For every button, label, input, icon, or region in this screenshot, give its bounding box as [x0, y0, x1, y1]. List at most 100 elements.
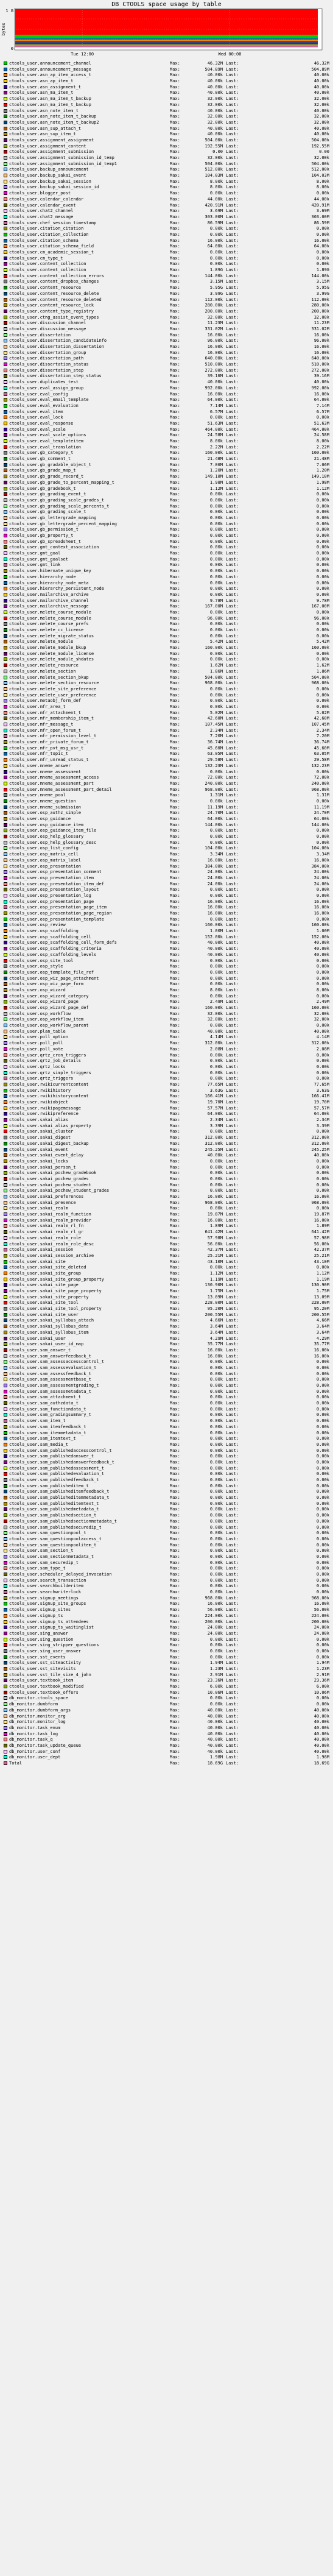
area-band-6 — [15, 44, 318, 46]
last-label: Last: — [226, 244, 239, 249]
last-value: 42.60M — [314, 716, 329, 721]
max-value: 3.34M — [209, 852, 223, 857]
last-label: Last: — [226, 710, 239, 715]
max-label: Max: — [170, 1247, 180, 1253]
legend-row: ctools_user.sst_siteactivity Max: 1.94M Las… — [4, 1660, 331, 1666]
max-label: Max: — [170, 137, 180, 143]
last-value: 3.69M — [316, 208, 329, 214]
max-label: Max: — [170, 1401, 180, 1406]
last-value: 57.57M — [314, 1105, 329, 1111]
series-name: ctools_user.sam_questionpool_t — [9, 1530, 86, 1536]
last-label: Last: — [226, 1613, 239, 1618]
last-label: Last: — [226, 1147, 239, 1152]
max-value: 0.00k — [209, 509, 223, 515]
legend-swatch — [4, 510, 7, 514]
max-value: 32.00k — [207, 1017, 223, 1022]
legend-swatch — [4, 150, 7, 154]
legend-swatch — [4, 1082, 7, 1086]
max-value: 0.00k — [209, 1507, 223, 1512]
last-value: 0.00k — [316, 261, 329, 267]
last-value: 0.00k — [316, 1524, 329, 1530]
max-value: 272.00k — [205, 367, 223, 373]
max-label: Max: — [170, 1141, 180, 1146]
legend-swatch — [4, 563, 7, 567]
legend-row: ctools_user.asn_note_item_t Max: 40.00k Las… — [4, 108, 331, 115]
last-value: 18.69G — [314, 1761, 329, 1766]
max-value: 192.55M — [205, 143, 223, 149]
last-value: 0.00k — [316, 1483, 329, 1488]
legend-row: ctools_user.osp_wizard Max: 8.00k Last: 8.00… — [4, 988, 331, 994]
last-value: 57.98M — [314, 1235, 329, 1240]
legend-swatch — [4, 451, 7, 455]
max-value: 40.00k — [207, 1749, 223, 1754]
max-value: 0.00k — [209, 958, 223, 963]
last-value: 0.00k — [316, 1696, 329, 1701]
legend-row: ctools_user.osp_workflow_item Max: 32.00k L… — [4, 1017, 331, 1023]
last-value: 0.00k — [316, 1554, 329, 1559]
legend-row: ctools_user.sam_itemmetadata_t Max: 0.00k L… — [4, 1431, 331, 1437]
legend-swatch — [4, 1554, 7, 1559]
max-label: Max: — [170, 946, 180, 952]
last-value: 245.25M — [311, 1147, 329, 1152]
max-value: 5.42M — [209, 639, 223, 645]
legend-row: ctools_user.hierarchy_persistent_node Max… — [4, 586, 331, 592]
last-value: 0.00k — [316, 1489, 329, 1495]
series-name: ctools_user.sam_type_t — [9, 1566, 66, 1571]
last-value: 95.20M — [314, 1306, 329, 1312]
last-value: 968.00k — [311, 1595, 329, 1601]
max-value: 86.59M — [207, 220, 223, 225]
legend-swatch — [4, 515, 7, 520]
last-label: Last: — [226, 586, 239, 592]
series-name: ctools_user.sakai_pochew_grades — [9, 1176, 89, 1181]
legend-row: ctools_user.eval_email_template Max: 64.00… — [4, 397, 331, 403]
series-name: ctools_user.gb_lettergrade_mapping — [9, 515, 97, 520]
last-label: Last: — [226, 1105, 239, 1111]
legend-row: ctools_user.sakai_site_group Max: 1.12M Las… — [4, 1271, 331, 1277]
area-band-0 — [15, 9, 318, 35]
legend-swatch — [4, 1714, 7, 1718]
max-value: 0.00k — [209, 250, 223, 255]
max-value: 16.00k — [207, 911, 223, 916]
legend-swatch — [4, 1236, 7, 1240]
legend-row: ctools_user.sakai_digest_backup Max: 312.0… — [4, 1141, 331, 1147]
legend-swatch — [4, 622, 7, 626]
max-label: Max: — [170, 574, 180, 579]
last-label: Last: — [226, 196, 239, 202]
last-label: Last: — [226, 1401, 239, 1406]
legend-row: ctools_user.osp_presentation_item Max: 24.… — [4, 876, 331, 882]
legend-row: ctools_user.sam_item_t Max: 0.00k Last: 0.00… — [4, 1418, 331, 1424]
max-label: Max: — [170, 119, 180, 125]
max-value: 968.00k — [205, 787, 223, 792]
legend-swatch — [4, 1389, 7, 1393]
series-name: ctools_user.gb_permission_t — [9, 527, 79, 533]
last-label: Last: — [226, 727, 239, 733]
last-value: 0.00k — [316, 1401, 329, 1406]
series-name: ctools_user.content_dropbox_changes — [9, 279, 99, 285]
max-label: Max: — [170, 61, 180, 66]
legend-row: ctools_user.osp_presentation_page Max: 16.… — [4, 899, 331, 905]
max-value: 2.22M — [209, 444, 223, 450]
series-name: db_monitor.task_log — [9, 1731, 58, 1736]
series-name: ctools_user.osp_list_config — [9, 846, 79, 851]
max-value: 0.00k — [209, 1406, 223, 1412]
max-value: 8.00k — [209, 185, 223, 190]
last-label: Last: — [226, 385, 239, 391]
legend-swatch — [4, 1431, 7, 1435]
max-value: 0.00k — [209, 1359, 223, 1365]
legend-row: ctools_user.searchbuilderitem Max: 0.00k La… — [4, 1583, 331, 1590]
legend-swatch — [4, 1643, 7, 1647]
max-value: 0.00k — [209, 1542, 223, 1548]
last-value: 16.00k — [314, 238, 329, 243]
last-value: 96.00k — [314, 615, 329, 621]
legend-row: ctools_user.eval_scale Max: 464.00k Last: 46… — [4, 427, 331, 433]
max-label: Max: — [170, 899, 180, 904]
max-value: 0.00k — [209, 609, 223, 615]
last-value: 0.00k — [316, 1643, 329, 1648]
legend-row: ctools_user.sing_user_answer Max: 0.00k Las… — [4, 1649, 331, 1655]
max-label: Max: — [170, 580, 180, 586]
legend-row: ctools_user.asn_ap_item_access_t Max: 40.0… — [4, 73, 331, 79]
last-label: Last: — [226, 1306, 239, 1312]
legend-swatch — [4, 62, 7, 65]
legend-swatch — [4, 587, 7, 591]
last-value: 16.00k — [314, 911, 329, 916]
